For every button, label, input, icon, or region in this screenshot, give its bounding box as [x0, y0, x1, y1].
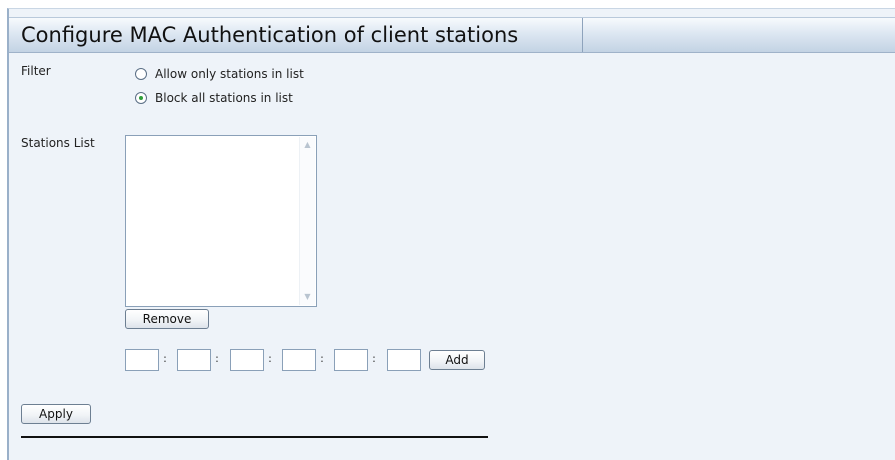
- mac-octet-4-input[interactable]: [282, 349, 316, 371]
- remove-button[interactable]: Remove: [125, 309, 209, 329]
- mac-octet-2-input[interactable]: [177, 349, 211, 371]
- radio-block-all[interactable]: [135, 92, 147, 104]
- mac-octet-3-input[interactable]: [230, 349, 264, 371]
- mac-octet-1-input[interactable]: [125, 349, 159, 371]
- mac-separator: :: [372, 352, 376, 365]
- filter-label: Filter: [21, 64, 51, 78]
- title-bar: Configure MAC Authentication of client s…: [9, 17, 895, 53]
- stations-scrollbar[interactable]: ▲ ▼: [299, 137, 315, 305]
- scroll-down-icon[interactable]: ▼: [301, 290, 314, 304]
- mac-octet-5-input[interactable]: [334, 349, 368, 371]
- title-divider: [582, 18, 583, 52]
- mac-separator: :: [163, 352, 167, 365]
- mac-separator: :: [268, 352, 272, 365]
- radio-block-all-label: Block all stations in list: [155, 91, 293, 105]
- filter-option-block[interactable]: Block all stations in list: [135, 91, 293, 105]
- mac-octet-6-input[interactable]: [387, 349, 421, 371]
- radio-allow-only[interactable]: [135, 68, 147, 80]
- mac-separator: :: [215, 352, 219, 365]
- mac-separator: :: [320, 352, 324, 365]
- content-panel: Configure MAC Authentication of client s…: [7, 8, 895, 460]
- radio-allow-only-label: Allow only stations in list: [155, 67, 304, 81]
- filter-option-allow[interactable]: Allow only stations in list: [135, 67, 304, 81]
- scroll-up-icon[interactable]: ▲: [301, 138, 314, 152]
- apply-button[interactable]: Apply: [21, 404, 91, 424]
- stations-list-label: Stations List: [21, 136, 95, 150]
- stations-listbox[interactable]: ▲ ▼: [125, 135, 317, 307]
- bottom-divider: [21, 436, 488, 438]
- add-button[interactable]: Add: [429, 350, 485, 370]
- page-title: Configure MAC Authentication of client s…: [21, 23, 519, 47]
